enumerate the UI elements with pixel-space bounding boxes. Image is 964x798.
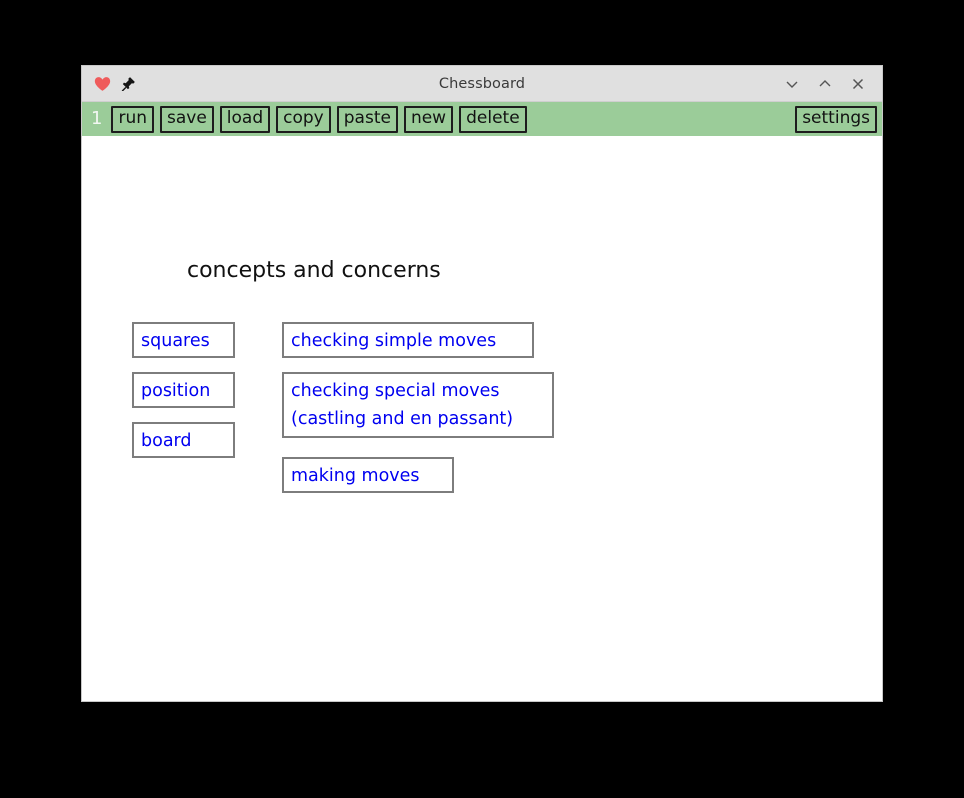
delete-button[interactable]: delete	[459, 105, 527, 133]
window-controls	[782, 74, 882, 94]
copy-button[interactable]: copy	[276, 105, 331, 133]
titlebar-left-icons	[82, 76, 136, 92]
pushpin-icon[interactable]	[121, 76, 136, 91]
load-button[interactable]: load	[219, 105, 271, 133]
heart-icon	[94, 76, 111, 92]
close-icon[interactable]	[848, 74, 868, 94]
node-squares[interactable]: squares	[132, 322, 235, 358]
chevron-up-icon[interactable]	[815, 74, 835, 94]
node-making-moves[interactable]: making moves	[282, 457, 454, 493]
chevron-down-icon[interactable]	[782, 74, 802, 94]
window-titlebar: Chessboard	[82, 66, 882, 102]
toolbar: 1 run save load copy paste new delete se…	[82, 102, 882, 136]
new-button[interactable]: new	[403, 105, 454, 133]
save-button[interactable]: save	[160, 105, 214, 133]
node-checking-simple-moves[interactable]: checking simple moves	[282, 322, 534, 358]
page-title: concepts and concerns	[187, 258, 441, 283]
toolbar-index-label: 1	[91, 108, 103, 129]
node-board[interactable]: board	[132, 422, 235, 458]
node-position[interactable]: position	[132, 372, 235, 408]
diagram-canvas[interactable]: concepts and concerns squares position boa…	[82, 136, 882, 701]
paste-button[interactable]: paste	[336, 105, 398, 133]
app-window: Chessboard 1 run save load copy paste ne…	[81, 65, 883, 702]
run-button[interactable]: run	[111, 105, 154, 133]
settings-button[interactable]: settings	[795, 105, 877, 133]
node-checking-special-moves[interactable]: checking special moves (castling and en …	[282, 372, 554, 438]
window-title: Chessboard	[438, 75, 526, 92]
